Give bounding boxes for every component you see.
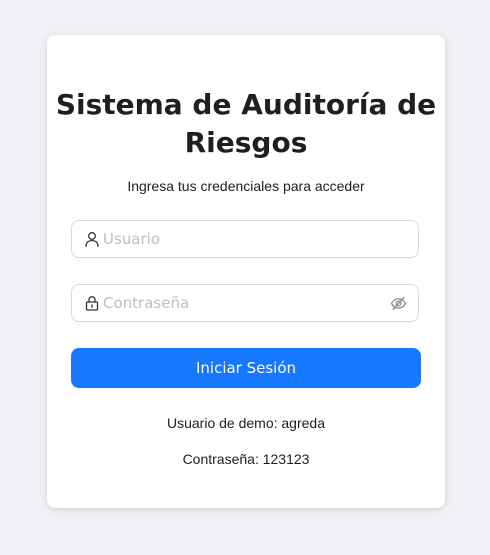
demo-password-text: Contraseña: 123123 [182,451,310,467]
username-input[interactable] [103,221,383,257]
password-field[interactable] [71,284,419,322]
eye-invisible-icon[interactable] [390,295,407,312]
lock-icon [84,295,100,311]
subtitle: Ingresa tus credenciales para acceder [127,178,365,194]
password-input[interactable] [103,285,383,321]
page-title: Sistema de Auditoría de Riesgos [55,88,437,159]
login-button[interactable]: Iniciar Sesión [71,348,421,388]
username-field[interactable] [71,220,419,258]
login-card: Sistema de Auditoría de Riesgos Ingresa … [47,35,445,508]
user-icon [84,231,100,247]
demo-username-text: Usuario de demo: agreda [167,415,325,431]
